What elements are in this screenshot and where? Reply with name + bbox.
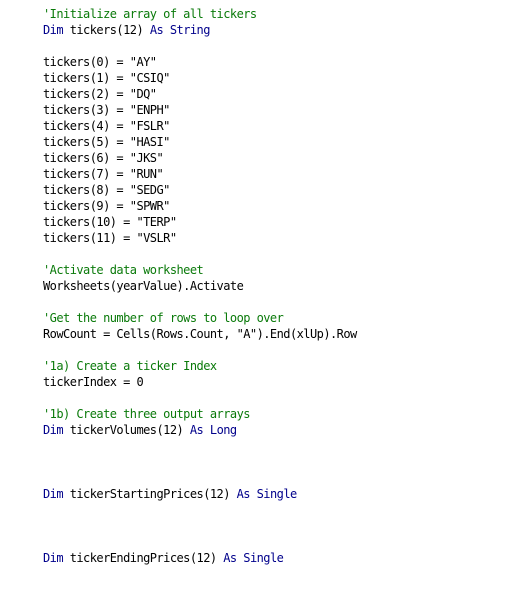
code-comment: 'Get the number of rows to loop over (43, 311, 284, 325)
code-text: tickerStartingPrices(12) (63, 487, 237, 501)
code-line[interactable]: '1b) Create three output arrays (43, 406, 250, 422)
code-comment: '1b) Create three output arrays (43, 407, 250, 421)
code-keyword: As (236, 487, 251, 501)
code-text: tickers(3) = "ENPH" (43, 103, 170, 117)
code-text: tickers(10) = "TERP" (43, 215, 177, 229)
code-keyword: Dim (43, 551, 64, 565)
code-line[interactable]: tickers(11) = "VSLR" (43, 230, 177, 246)
code-text: tickers(6) = "JKS" (43, 151, 164, 165)
code-text: tickerIndex = 0 (43, 375, 144, 389)
code-text: tickers(1) = "CSIQ" (43, 71, 170, 85)
code-line[interactable]: Worksheets(yearValue).Activate (43, 278, 244, 294)
code-keyword: Single (243, 551, 284, 565)
code-line[interactable]: Dim tickerVolumes(12) As Long (43, 422, 237, 438)
code-keyword: As (223, 551, 237, 565)
code-keyword: Dim (43, 23, 64, 37)
code-line[interactable]: tickerIndex = 0 (43, 374, 144, 390)
code-text: tickers(8) = "SEDG" (43, 183, 170, 197)
code-keyword: Long (209, 423, 237, 437)
code-line[interactable]: Dim tickerEndingPrices(12) As Single (43, 550, 284, 566)
code-line[interactable]: tickers(3) = "ENPH" (43, 102, 170, 118)
code-line[interactable]: tickers(2) = "DQ" (43, 86, 157, 102)
code-text: tickers(11) = "VSLR" (43, 231, 177, 245)
code-text: tickers(4) = "FSLR" (43, 119, 170, 133)
code-comment: 'Initialize array of all tickers (43, 7, 257, 21)
code-keyword: Dim (43, 487, 64, 501)
code-text: tickers(7) = "RUN" (43, 167, 164, 181)
code-line[interactable]: '1a) Create a ticker Index (43, 358, 217, 374)
code-line[interactable]: 'Activate data worksheet (43, 262, 204, 278)
code-text: tickers(0) = "AY" (43, 55, 157, 69)
code-line[interactable]: tickers(10) = "TERP" (43, 214, 177, 230)
code-keyword: As (149, 23, 164, 37)
code-comment: 'Activate data worksheet (43, 263, 204, 277)
code-text: tickers(12) (63, 23, 150, 37)
code-text: RowCount = Cells(Rows.Count, "A").End(xl… (43, 327, 357, 341)
code-comment: '1a) Create a ticker Index (43, 359, 217, 373)
code-keyword: Dim (43, 423, 64, 437)
code-line[interactable]: 'Initialize array of all tickers (43, 6, 257, 22)
code-line[interactable]: tickers(6) = "JKS" (43, 150, 164, 166)
code-text: tickers(9) = "SPWR" (43, 199, 170, 213)
code-line[interactable]: tickers(1) = "CSIQ" (43, 70, 170, 86)
code-keyword: Single (256, 487, 298, 501)
code-line[interactable]: Dim tickerStartingPrices(12) As Single (43, 486, 297, 502)
code-line[interactable]: RowCount = Cells(Rows.Count, "A").End(xl… (43, 326, 357, 342)
code-line[interactable]: tickers(8) = "SEDG" (43, 182, 170, 198)
code-keyword: String (169, 23, 211, 37)
code-line[interactable]: tickers(0) = "AY" (43, 54, 157, 70)
code-line[interactable]: tickers(4) = "FSLR" (43, 118, 170, 134)
code-text: Worksheets(yearValue).Activate (43, 279, 244, 293)
code-text: tickerEndingPrices(12) (63, 551, 224, 565)
code-line[interactable]: tickers(5) = "HASI" (43, 134, 170, 150)
code-line[interactable]: Dim tickers(12) As String (43, 22, 210, 38)
code-text: tickers(5) = "HASI" (43, 135, 170, 149)
code-line[interactable]: 'Get the number of rows to loop over (43, 310, 284, 326)
code-line[interactable]: tickers(7) = "RUN" (43, 166, 164, 182)
code-editor[interactable]: 'Initialize array of all tickers Dim tick… (0, 0, 514, 591)
code-text: tickerVolumes(12) (63, 423, 190, 437)
code-text: tickers(2) = "DQ" (43, 87, 157, 101)
code-keyword: As (189, 423, 204, 437)
code-line[interactable]: tickers(9) = "SPWR" (43, 198, 170, 214)
